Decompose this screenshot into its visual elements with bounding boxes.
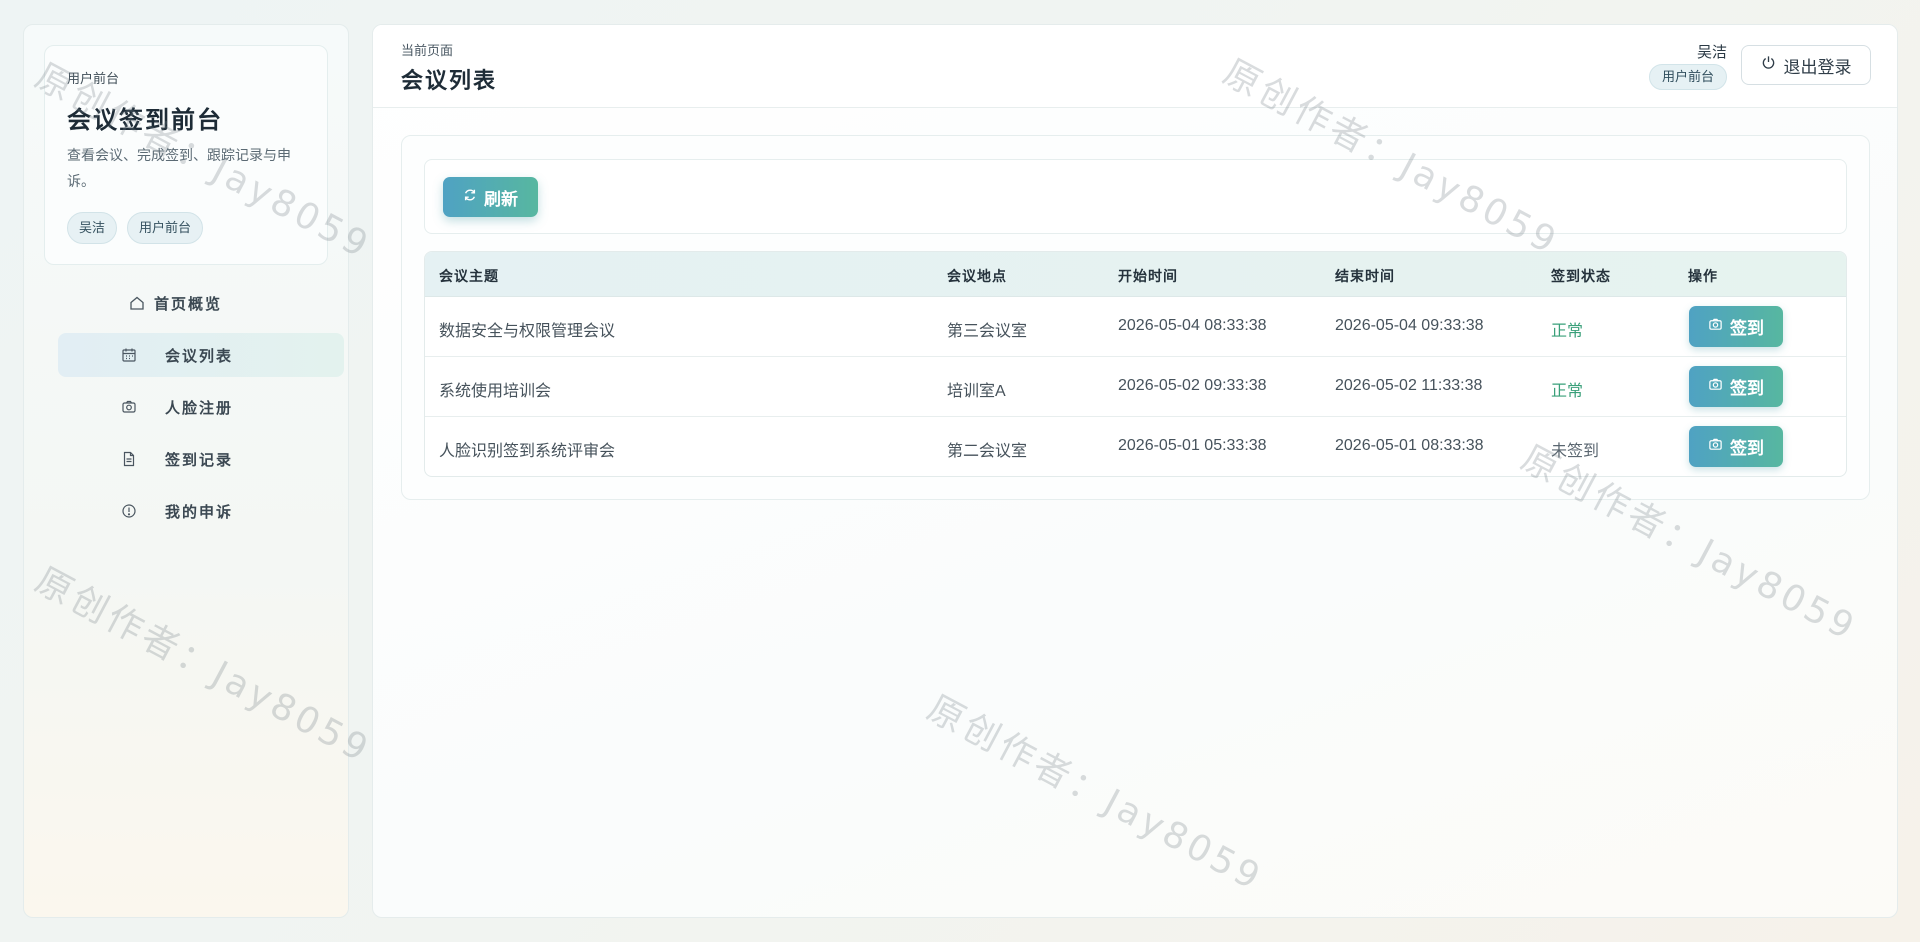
sidebar-item-label: 我的申诉: [165, 502, 234, 521]
sidebar-item-checkin-records[interactable]: 签到记录: [58, 437, 344, 481]
sidebar-item-home[interactable]: 首页概览: [58, 281, 344, 325]
meeting-list-card: 刷新 会议主题 会议地点 开始时间 结束时间 签到状态 操作 数据安全与权限管理…: [401, 135, 1870, 500]
sidebar-item-face-register[interactable]: 人脸注册: [58, 385, 344, 429]
cell-topic: 系统使用培训会: [439, 383, 552, 400]
camera-icon: [1708, 317, 1723, 337]
cell-status: 正常: [1551, 323, 1584, 340]
cell-start-time: 2026-05-04 08:33:38: [1118, 317, 1267, 334]
breadcrumb: 当前页面: [401, 43, 454, 58]
document-icon: [120, 450, 138, 468]
cell-location: 第三会议室: [947, 323, 1028, 340]
main-panel: 当前页面 会议列表 吴洁 用户前台 退出登录 刷新 会议主题 会议地点 开始时间: [372, 24, 1898, 918]
brand-card: 用户前台 会议签到前台 查看会议、完成签到、跟踪记录与申诉。 吴洁 用户前台: [44, 45, 328, 265]
meeting-table: 会议主题 会议地点 开始时间 结束时间 签到状态 操作 数据安全与权限管理会议 …: [424, 251, 1847, 477]
logout-button[interactable]: 退出登录: [1741, 45, 1871, 85]
checkin-label: 签到: [1730, 379, 1764, 398]
column-header-end: 结束时间: [1335, 269, 1395, 285]
alert-circle-icon: [120, 502, 138, 520]
table-header: 会议主题 会议地点 开始时间 结束时间 签到状态 操作: [425, 252, 1846, 297]
refresh-icon: [463, 187, 477, 207]
brand-description: 查看会议、完成签到、跟踪记录与申诉。: [67, 147, 291, 189]
column-header-action: 操作: [1688, 269, 1718, 285]
checkin-label: 签到: [1730, 439, 1764, 458]
refresh-label: 刷新: [484, 189, 518, 209]
cell-end-time: 2026-05-01 08:33:38: [1335, 437, 1484, 454]
sidebar-item-label: 首页概览: [154, 294, 223, 313]
column-header-location: 会议地点: [947, 269, 1007, 285]
column-header-status: 签到状态: [1551, 269, 1611, 285]
brand-tags: 吴洁 用户前台: [67, 212, 204, 244]
power-icon: [1761, 55, 1776, 75]
top-bar: 当前页面 会议列表 吴洁 用户前台 退出登录: [373, 25, 1897, 108]
column-header-start: 开始时间: [1118, 269, 1178, 285]
sidebar-item-label: 会议列表: [165, 346, 234, 365]
toolbar: 刷新: [424, 159, 1847, 234]
cell-location: 培训室A: [947, 383, 1006, 400]
cell-topic: 人脸识别签到系统评审会: [439, 443, 616, 460]
table-row: 数据安全与权限管理会议 第三会议室 2026-05-04 08:33:38 20…: [425, 297, 1846, 357]
cell-start-time: 2026-05-02 09:33:38: [1118, 377, 1267, 394]
brand-title: 会议签到前台: [67, 105, 223, 134]
sidebar-item-meetings[interactable]: 会议列表: [58, 333, 344, 377]
cell-topic: 数据安全与权限管理会议: [439, 323, 616, 340]
cell-end-time: 2026-05-04 09:33:38: [1335, 317, 1484, 334]
cell-status: 未签到: [1551, 443, 1600, 460]
cell-status: 正常: [1551, 383, 1584, 400]
sidebar-nav: 首页概览 会议列表 人脸注册 签到记录 我的申诉: [58, 281, 344, 541]
table-row: 系统使用培训会 培训室A 2026-05-02 09:33:38 2026-05…: [425, 357, 1846, 417]
sidebar-item-label: 人脸注册: [165, 398, 234, 417]
column-header-topic: 会议主题: [439, 269, 499, 285]
checkin-label: 签到: [1730, 319, 1764, 338]
user-tag: 吴洁: [67, 212, 118, 244]
cell-end-time: 2026-05-02 11:33:38: [1335, 377, 1483, 394]
checkin-button[interactable]: 签到: [1689, 366, 1783, 407]
cell-location: 第二会议室: [947, 443, 1028, 460]
calendar-icon: [120, 346, 138, 364]
home-icon: [128, 294, 146, 312]
checkin-button[interactable]: 签到: [1689, 426, 1783, 467]
logout-label: 退出登录: [1783, 57, 1852, 77]
page-title: 会议列表: [401, 68, 498, 94]
camera-icon: [1708, 437, 1723, 457]
cell-start-time: 2026-05-01 05:33:38: [1118, 437, 1267, 454]
user-name: 吴洁: [1696, 44, 1727, 61]
refresh-button[interactable]: 刷新: [443, 177, 538, 217]
camera-icon: [120, 398, 138, 416]
role-badge: 用户前台: [1648, 64, 1727, 90]
sidebar-item-appeals[interactable]: 我的申诉: [58, 489, 344, 533]
checkin-button[interactable]: 签到: [1689, 306, 1783, 347]
sidebar-item-label: 签到记录: [165, 450, 234, 469]
camera-icon: [1708, 377, 1723, 397]
brand-subtitle: 用户前台: [67, 71, 120, 86]
role-tag: 用户前台: [127, 212, 204, 244]
sidebar: 用户前台 会议签到前台 查看会议、完成签到、跟踪记录与申诉。 吴洁 用户前台 首…: [23, 24, 349, 918]
table-row: 人脸识别签到系统评审会 第二会议室 2026-05-01 05:33:38 20…: [425, 417, 1846, 476]
